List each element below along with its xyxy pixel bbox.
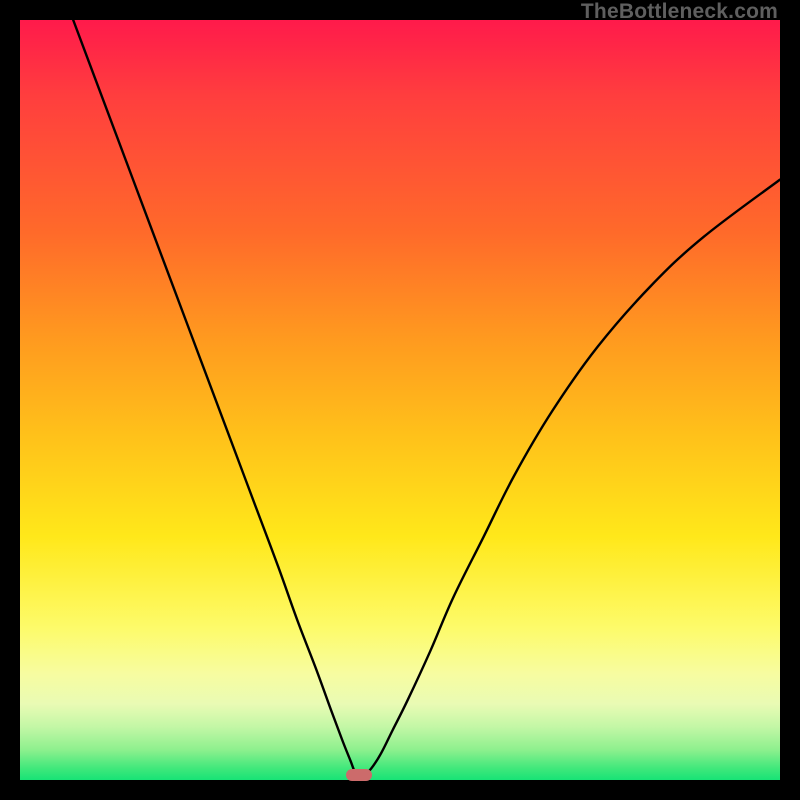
watermark-text: TheBottleneck.com bbox=[581, 0, 778, 24]
chart-frame: TheBottleneck.com bbox=[0, 0, 800, 800]
bottleneck-curve bbox=[20, 20, 780, 780]
optimum-marker bbox=[346, 769, 372, 781]
plot-area bbox=[20, 20, 780, 780]
